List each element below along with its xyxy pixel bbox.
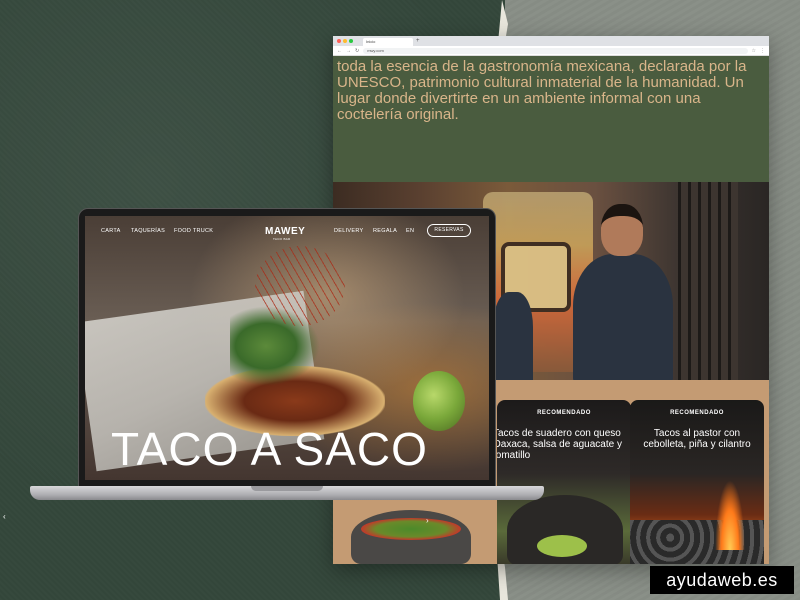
back-icon[interactable]: ← bbox=[337, 46, 342, 56]
card-text: Tacos al pastor con cebolleta, piña y ci… bbox=[643, 428, 751, 450]
card-tag: RECOMENDADO bbox=[670, 410, 724, 416]
minimize-dot-icon[interactable] bbox=[343, 39, 347, 43]
chili-threads-image bbox=[255, 246, 345, 326]
address-bar: ← → ↻ mwy.com ☆ ⋮ bbox=[333, 46, 769, 56]
molcajete-image bbox=[351, 510, 471, 564]
guacamole-bowl-image bbox=[507, 495, 623, 564]
salsa-image bbox=[361, 518, 461, 540]
bookmark-icon[interactable]: ☆ bbox=[752, 48, 756, 54]
nav-taquerias[interactable]: TAQUERÍAS bbox=[131, 228, 165, 234]
nav-language[interactable]: EN bbox=[406, 228, 414, 234]
reservas-button[interactable]: RESERVAS bbox=[427, 224, 471, 237]
card-text: Tacos de suadero con queso Oaxaca, salsa… bbox=[497, 428, 622, 461]
logo-subtitle: TACO BAR bbox=[273, 237, 291, 241]
nav-carta[interactable]: CARTA bbox=[101, 228, 121, 234]
laptop-screen: CARTA TAQUERÍAS FOOD TRUCK MAWEY TACO BA… bbox=[85, 216, 489, 480]
maximize-dot-icon[interactable] bbox=[349, 39, 353, 43]
browser-tab[interactable]: Inicio bbox=[363, 38, 413, 46]
chef-body bbox=[573, 254, 673, 380]
hero-title: TACO A SACO bbox=[111, 423, 428, 475]
new-tab-icon[interactable]: + bbox=[416, 36, 420, 46]
iron-gate bbox=[678, 182, 738, 380]
chef-figure bbox=[573, 204, 673, 380]
watermark: ayudaweb.es bbox=[650, 566, 794, 594]
browser-tabbar: Inicio + bbox=[333, 36, 769, 46]
nav-food-truck[interactable]: FOOD TRUCK bbox=[174, 228, 213, 234]
site-navbar: CARTA TAQUERÍAS FOOD TRUCK MAWEY TACO BA… bbox=[85, 216, 489, 246]
card-tag: RECOMENDADO bbox=[537, 410, 591, 416]
site-logo[interactable]: MAWEY bbox=[265, 226, 305, 237]
carousel-prev-icon[interactable]: ‹ bbox=[3, 512, 6, 521]
recommended-card[interactable]: RECOMENDADO Tacos de suadero con queso O… bbox=[497, 400, 631, 564]
nav-regala[interactable]: REGALA bbox=[373, 228, 397, 234]
close-dot-icon[interactable] bbox=[337, 39, 341, 43]
reload-icon[interactable]: ↻ bbox=[355, 46, 359, 56]
nav-delivery[interactable]: DELIVERY bbox=[334, 228, 364, 234]
forward-icon[interactable]: → bbox=[346, 46, 351, 56]
chef-head bbox=[601, 204, 643, 256]
intro-section: toda la esencia de la gastronomía mexica… bbox=[333, 56, 769, 182]
menu-icon[interactable]: ⋮ bbox=[760, 48, 765, 54]
laptop-notch bbox=[251, 486, 323, 491]
flame-image bbox=[715, 480, 745, 550]
background-figure bbox=[493, 292, 533, 380]
intro-text: toda la esencia de la gastronomía mexica… bbox=[337, 58, 747, 123]
url-field[interactable]: mwy.com bbox=[363, 47, 748, 54]
recommended-card[interactable]: RECOMENDADO Tacos al pastor con cebollet… bbox=[630, 400, 764, 564]
guacamole-image bbox=[537, 535, 587, 557]
carousel-next-icon[interactable]: › bbox=[426, 516, 429, 525]
